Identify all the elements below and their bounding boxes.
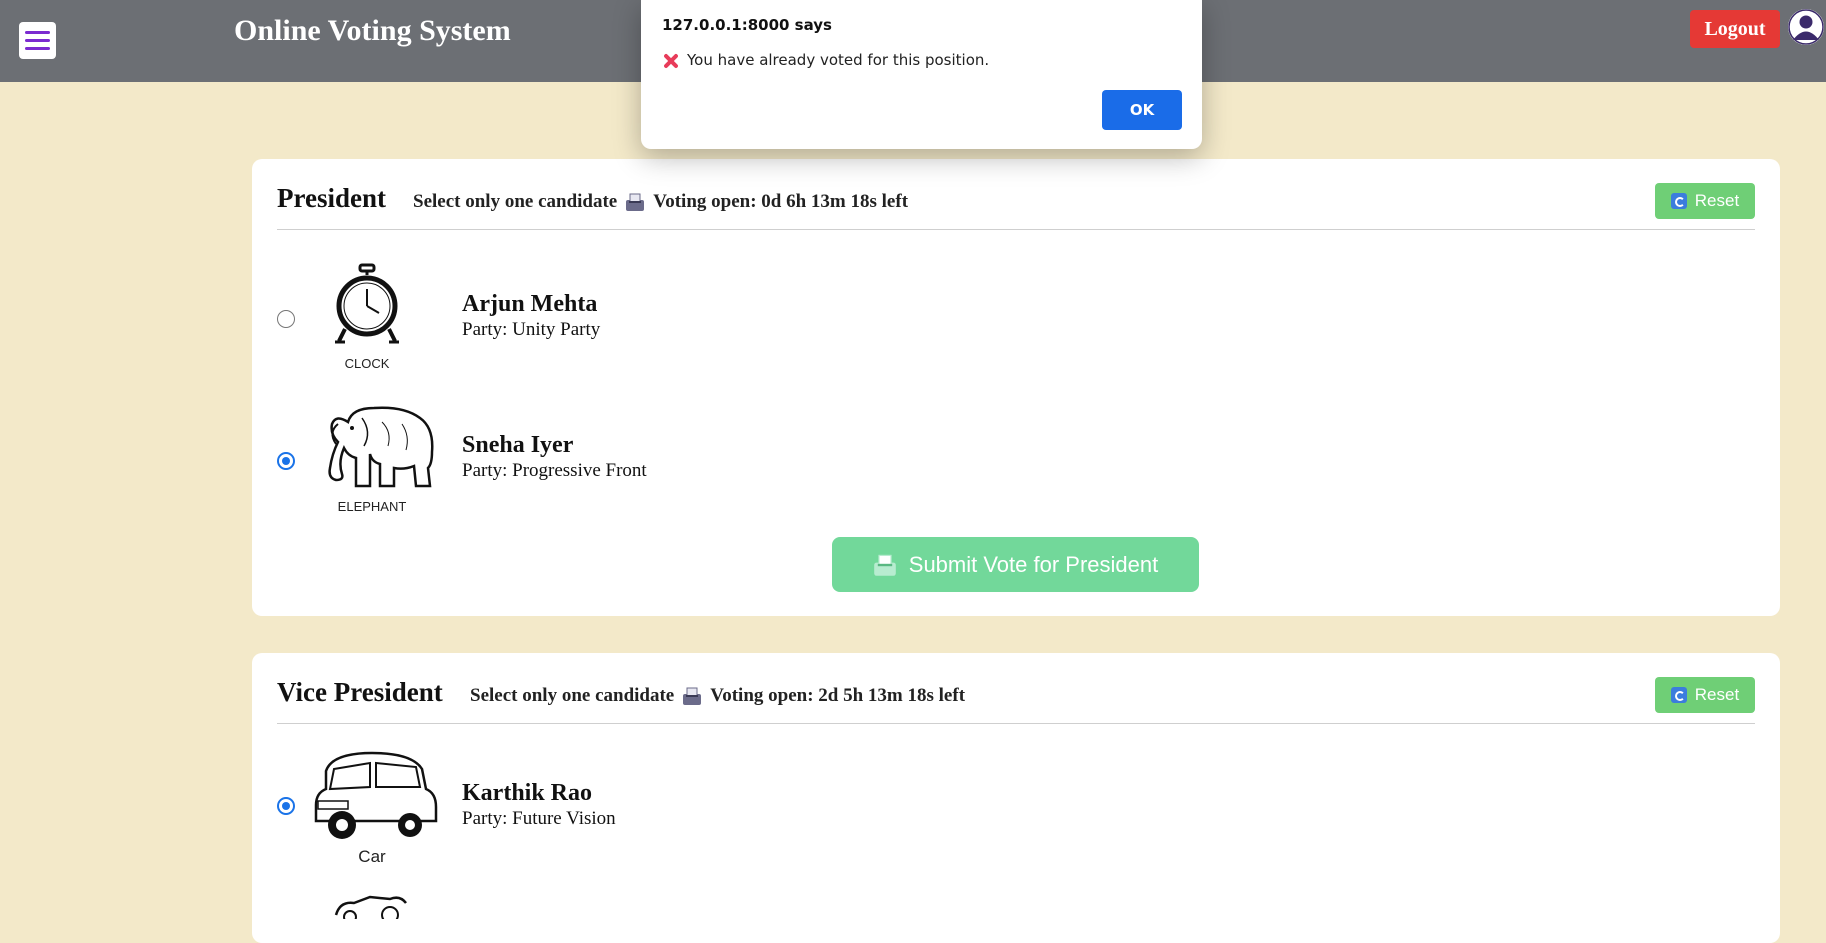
ballot-box-icon [873, 554, 896, 576]
reset-button[interactable]: Reset [1655, 183, 1755, 219]
voting-timer: Voting open: 2d 5h 13m 18s left [710, 685, 966, 706]
hamburger-icon [25, 31, 50, 34]
logout-button[interactable]: Logout [1690, 10, 1780, 48]
position-header: President Select only one candidate Voti… [277, 179, 1755, 230]
dialog-message: You have already voted for this position… [662, 51, 989, 69]
instruction-text: Select only one candidate [470, 685, 675, 706]
tractor-symbol-icon [334, 895, 407, 919]
refresh-icon [1670, 687, 1687, 703]
refresh-icon [1670, 193, 1687, 209]
voting-info: Select only one candidate Voting open: 2… [470, 685, 965, 707]
submit-label: Submit Vote for President [908, 551, 1159, 577]
candidate-name: Arjun Mehta [462, 291, 598, 317]
ballot-box-icon [626, 193, 645, 211]
symbol-caption: Car [358, 847, 386, 866]
candidate-party: Party: Unity Party [462, 319, 601, 340]
clock-symbol-icon [335, 263, 399, 344]
candidate-row: CLOCK Arjun Mehta Party: Unity Party [277, 263, 977, 373]
candidate-radio[interactable] [277, 310, 295, 328]
reset-label: Reset [1694, 191, 1740, 210]
candidate-name: Karthik Rao [462, 780, 593, 806]
symbol-caption: ELEPHANT [337, 499, 407, 514]
position-title: President [277, 183, 386, 213]
candidate-party: Party: Future Vision [462, 808, 616, 829]
alert-dialog: 127.0.0.1:8000 says You have already vot… [641, 0, 1202, 149]
candidate-radio[interactable] [277, 452, 295, 470]
position-title: Vice President [277, 677, 443, 707]
elephant-symbol-icon [328, 406, 434, 488]
dialog-title: 127.0.0.1:8000 says [662, 16, 832, 34]
ok-button[interactable]: OK [1102, 90, 1182, 130]
candidate-party: Party: Progressive Front [462, 460, 647, 481]
candidate-row: Car Karthik Rao Party: Future Vision [277, 749, 977, 879]
position-card-vice-president: Vice President Select only one candidate… [252, 653, 1780, 943]
user-avatar-icon[interactable] [1788, 9, 1824, 45]
hamburger-menu-button[interactable] [19, 22, 56, 59]
instruction-text: Select only one candidate [413, 191, 618, 212]
candidate-row: ELEPHANT Sneha Iyer Party: Progressive F… [277, 402, 977, 514]
submit-vote-button[interactable]: Submit Vote for President [832, 537, 1199, 592]
voting-timer: Voting open: 0d 6h 13m 18s left [653, 191, 909, 212]
candidate-radio[interactable] [277, 797, 295, 815]
reset-label: Reset [1694, 685, 1740, 704]
car-symbol-icon [314, 751, 438, 839]
position-header: Vice President Select only one candidate… [277, 673, 1755, 724]
voting-info: Select only one candidate Voting open: 0… [413, 191, 908, 213]
ballot-box-icon [683, 687, 702, 705]
candidate-name: Sneha Iyer [462, 432, 574, 458]
app-title: Online Voting System [234, 14, 511, 47]
cross-mark-icon [662, 52, 679, 69]
dialog-message-text: You have already voted for this position… [687, 51, 990, 69]
reset-button[interactable]: Reset [1655, 677, 1755, 713]
position-card-president: President Select only one candidate Voti… [252, 159, 1780, 616]
symbol-caption: CLOCK [344, 356, 390, 371]
